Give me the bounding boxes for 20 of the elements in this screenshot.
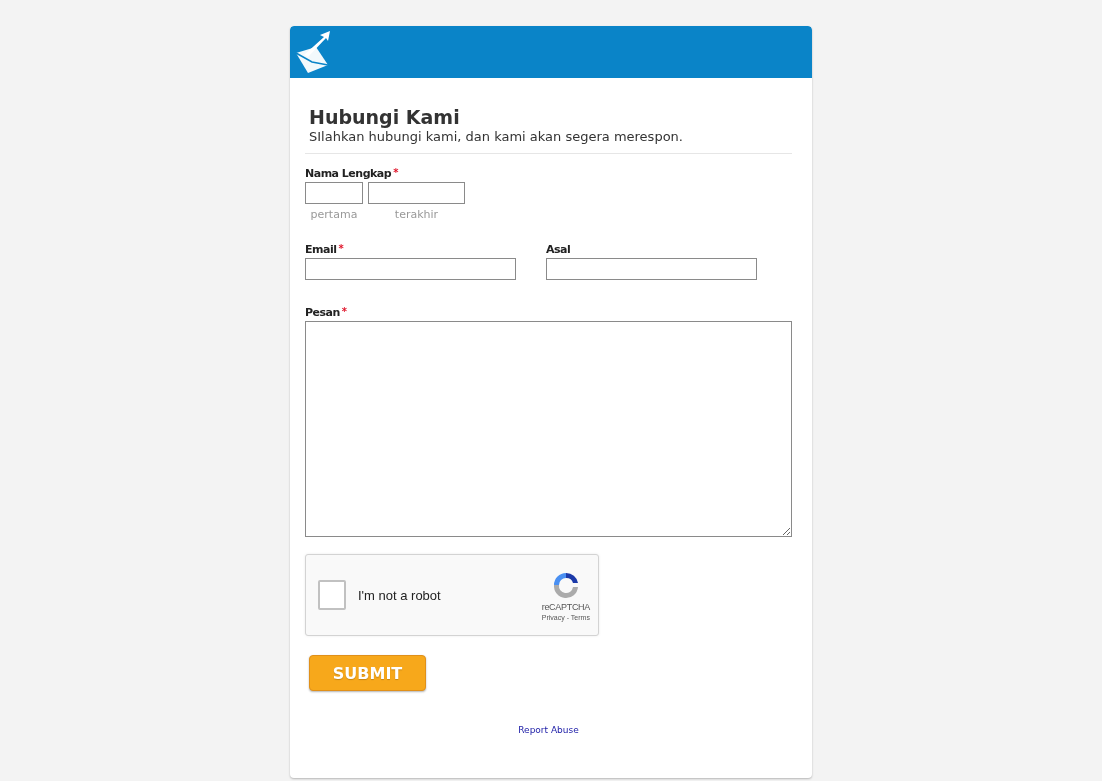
- field-label-text: Pesan: [305, 306, 340, 321]
- input-caption: pertama: [309, 208, 359, 221]
- envelope-arrow-logo-icon: [294, 31, 330, 73]
- report-abuse-link[interactable]: Report Abuse: [518, 725, 579, 735]
- captcha-checkbox[interactable]: [318, 580, 346, 610]
- field-label-text: Email: [305, 243, 337, 258]
- text-input[interactable]: [305, 258, 516, 280]
- required-mark: *: [393, 167, 398, 180]
- required-mark: *: [338, 243, 344, 256]
- required-mark: *: [341, 306, 347, 319]
- name-input[interactable]: [305, 182, 363, 204]
- name-input[interactable]: [368, 182, 465, 204]
- field-label-text: Nama Lengkap: [305, 167, 392, 182]
- text-input[interactable]: [546, 258, 757, 280]
- captcha-label: I'm not a robot: [358, 587, 442, 603]
- recaptcha-brand: reCAPTCHA: [541, 601, 590, 612]
- form-subtitle: SIlahkan hubungi kami, dan kami akan segera merespon.: [308, 129, 684, 144]
- field-label-text: Asal: [546, 243, 571, 258]
- input-caption: terakhir: [393, 208, 440, 221]
- form-title: Hubungi Kami: [308, 106, 461, 128]
